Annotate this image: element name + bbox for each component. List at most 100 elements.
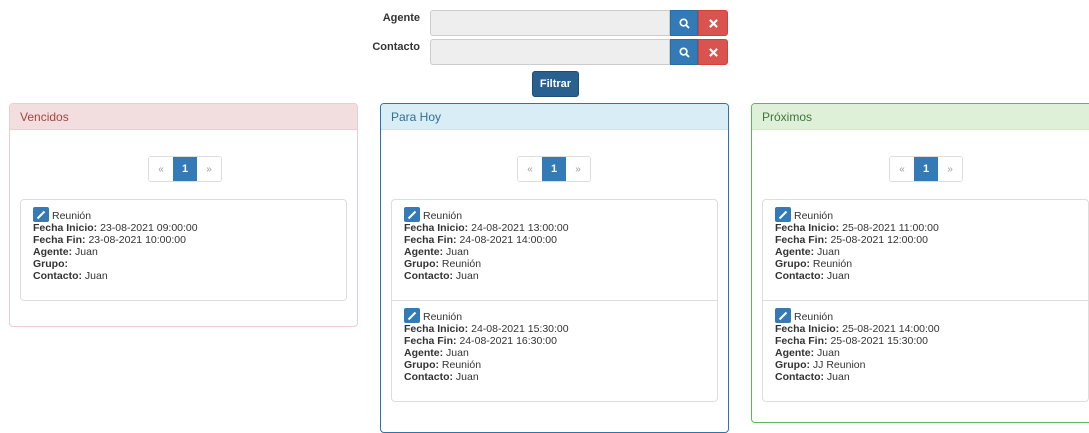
event-item[interactable]: Reunión Fecha Inicio: 25-08-2021 14:00:0… (763, 300, 1088, 401)
fecha-inicio-label: Fecha Inicio: (404, 222, 469, 234)
pagination: « 1 » (889, 156, 963, 182)
fecha-fin-label: Fecha Fin: (775, 335, 828, 347)
filter-button[interactable]: Filtrar (532, 71, 579, 97)
grupo-value: Reunión (441, 258, 482, 270)
contacto-value: Juan (84, 270, 108, 282)
pagination-page-current[interactable]: 1 (173, 157, 197, 181)
grupo-field-label: Grupo: (775, 359, 810, 371)
contacto-value: Juan (455, 270, 479, 282)
event-name: Reunión (423, 311, 463, 323)
agente-field-label: Agente: (33, 246, 73, 258)
pagination-page-current[interactable]: 1 (542, 157, 566, 181)
edit-icon[interactable] (775, 207, 791, 222)
event-item[interactable]: Reunión Fecha Inicio: 25-08-2021 11:00:0… (763, 200, 1088, 300)
agente-value: Juan (817, 246, 840, 258)
agente-field-label: Agente: (404, 246, 444, 258)
agente-value: Juan (75, 246, 98, 258)
fecha-fin-value: 24-08-2021 14:00:00 (459, 234, 557, 246)
contacto-clear-button[interactable] (698, 39, 728, 65)
contacto-field-label: Contacto: (404, 371, 453, 383)
pagination-next[interactable]: » (566, 157, 590, 181)
fecha-inicio-label: Fecha Inicio: (33, 222, 98, 234)
fecha-inicio-value: 25-08-2021 14:00:00 (842, 323, 940, 335)
panel-proximos: Próximos « 1 » Reunión Fecha Inicio: 25-… (751, 103, 1089, 423)
event-name: Reunión (423, 210, 463, 222)
fecha-inicio-label: Fecha Inicio: (404, 323, 469, 335)
fecha-inicio-label: Fecha Inicio: (775, 323, 840, 335)
grupo-value: JJ Reunion (812, 359, 866, 371)
panel-vencidos: Vencidos « 1 » Reunión Fecha Inicio: 23-… (9, 103, 358, 327)
agente-input[interactable] (430, 10, 670, 36)
panel-para-hoy-title: Para Hoy (381, 104, 728, 130)
event-name: Reunión (52, 210, 92, 222)
edit-icon[interactable] (404, 207, 420, 222)
grupo-field-label: Grupo: (404, 258, 439, 270)
agente-value: Juan (817, 347, 840, 359)
pagination-next[interactable]: » (938, 157, 962, 181)
contacto-field-label: Contacto: (404, 270, 453, 282)
contacto-field-label: Contacto: (775, 270, 824, 282)
grupo-field-label: Grupo: (404, 359, 439, 371)
event-name: Reunión (794, 210, 834, 222)
event-list: Reunión Fecha Inicio: 24-08-2021 13:00:0… (391, 199, 718, 402)
event-name: Reunión (794, 311, 834, 323)
event-list: Reunión Fecha Inicio: 23-08-2021 09:00:0… (20, 199, 347, 301)
fecha-fin-value: 25-08-2021 15:30:00 (830, 335, 928, 347)
fecha-inicio-label: Fecha Inicio: (775, 222, 840, 234)
contacto-value: Juan (826, 371, 850, 383)
fecha-fin-value: 23-08-2021 10:00:00 (88, 234, 186, 246)
contacto-field-label: Contacto: (775, 371, 824, 383)
agente-search-button[interactable] (670, 10, 698, 36)
event-item[interactable]: Reunión Fecha Inicio: 24-08-2021 15:30:0… (392, 300, 717, 401)
fecha-fin-value: 25-08-2021 12:00:00 (830, 234, 928, 246)
grupo-value: Reunión (441, 359, 482, 371)
contacto-value: Juan (826, 270, 850, 282)
close-icon (708, 18, 718, 28)
fecha-inicio-value: 24-08-2021 15:30:00 (471, 323, 569, 335)
search-icon (678, 17, 690, 29)
agente-value: Juan (446, 347, 469, 359)
contacto-input[interactable] (430, 39, 670, 65)
fecha-fin-value: 24-08-2021 16:30:00 (459, 335, 557, 347)
panel-para-hoy: Para Hoy « 1 » Reunión Fecha Inicio: 24-… (380, 103, 729, 433)
contacto-search-button[interactable] (670, 39, 698, 65)
fecha-fin-label: Fecha Fin: (775, 234, 828, 246)
pagination-page-current[interactable]: 1 (914, 157, 938, 181)
edit-icon[interactable] (33, 207, 49, 222)
fecha-fin-label: Fecha Fin: (404, 234, 457, 246)
panel-vencidos-title: Vencidos (10, 104, 357, 130)
edit-icon[interactable] (404, 308, 420, 323)
edit-icon[interactable] (775, 308, 791, 323)
close-icon (708, 47, 718, 57)
pagination: « 1 » (517, 156, 591, 182)
contacto-field-label: Contacto: (33, 270, 82, 282)
event-item[interactable]: Reunión Fecha Inicio: 24-08-2021 13:00:0… (392, 200, 717, 300)
event-list: Reunión Fecha Inicio: 25-08-2021 11:00:0… (762, 199, 1089, 402)
panel-proximos-title: Próximos (752, 104, 1089, 130)
pagination-next[interactable]: » (197, 157, 221, 181)
agente-label: Agente (382, 12, 420, 24)
fecha-inicio-value: 24-08-2021 13:00:00 (471, 222, 569, 234)
agente-field-label: Agente: (775, 347, 815, 359)
contacto-value: Juan (455, 371, 479, 383)
pagination-prev[interactable]: « (890, 157, 914, 181)
fecha-fin-label: Fecha Fin: (404, 335, 457, 347)
event-item[interactable]: Reunión Fecha Inicio: 23-08-2021 09:00:0… (21, 200, 346, 300)
contacto-filter-row: Contacto (372, 39, 728, 65)
agente-clear-button[interactable] (698, 10, 728, 36)
agente-field-label: Agente: (404, 347, 444, 359)
agente-field-label: Agente: (775, 246, 815, 258)
grupo-field-label: Grupo: (775, 258, 810, 270)
grupo-field-label: Grupo: (33, 258, 68, 270)
pagination-prev[interactable]: « (149, 157, 173, 181)
agente-filter-row: Agente (382, 10, 728, 36)
contacto-label: Contacto (372, 41, 420, 53)
pagination: « 1 » (148, 156, 222, 182)
fecha-fin-label: Fecha Fin: (33, 234, 86, 246)
pagination-prev[interactable]: « (518, 157, 542, 181)
agente-value: Juan (446, 246, 469, 258)
fecha-inicio-value: 23-08-2021 09:00:00 (100, 222, 198, 234)
search-icon (678, 46, 690, 58)
fecha-inicio-value: 25-08-2021 11:00:00 (842, 222, 939, 234)
grupo-value: Reunión (812, 258, 853, 270)
